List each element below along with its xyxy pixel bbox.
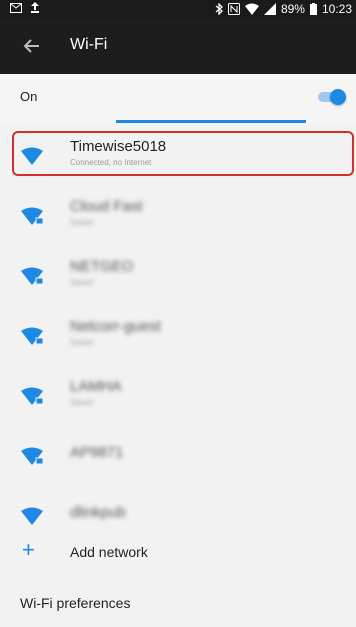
- app-bar: Wi-Fi: [0, 18, 356, 74]
- network-item[interactable]: Cloud Fast Saved: [0, 184, 356, 244]
- wifi-lock-icon: [21, 267, 44, 285]
- toggle-label: On: [20, 89, 38, 104]
- add-network-button[interactable]: + Add network: [0, 527, 356, 577]
- gmail-icon: [10, 2, 22, 13]
- nfc-icon: [227, 3, 240, 15]
- signal-icon: [263, 3, 276, 15]
- battery-percent: 89%: [280, 2, 305, 16]
- network-ssid: Netcorr-guest: [70, 318, 161, 335]
- add-network-label: Add network: [70, 544, 148, 560]
- wifi-toggle-switch[interactable]: [318, 89, 346, 105]
- wifi-signal-icon: [21, 507, 43, 525]
- arrow-back-icon[interactable]: [20, 34, 44, 58]
- wifi-preferences-item[interactable]: Wi-Fi preferences: [0, 581, 356, 625]
- network-item[interactable]: NETGEO Saved: [0, 244, 356, 304]
- wifi-icon: [244, 3, 259, 15]
- battery-icon: [309, 3, 317, 15]
- wifi-lock-icon: [21, 447, 44, 465]
- toggle-thumb: [330, 89, 346, 105]
- page-title: Wi-Fi: [70, 36, 108, 53]
- network-status: Saved: [70, 278, 93, 287]
- network-status: Saved: [70, 338, 93, 347]
- network-item[interactable]: Timewise5018 Connected, no Internet: [0, 124, 356, 184]
- upload-icon: [30, 2, 40, 13]
- network-status: Saved: [70, 218, 93, 227]
- network-item[interactable]: LAMHA Saved: [0, 364, 356, 424]
- plus-icon: +: [22, 537, 35, 562]
- network-item[interactable]: Netcorr-guest Saved: [0, 304, 356, 364]
- network-ssid: dlinkpub: [70, 504, 126, 521]
- wifi-toggle-row[interactable]: On: [0, 74, 356, 122]
- wifi-signal-icon: [21, 147, 43, 165]
- network-status: Connected, no Internet: [70, 158, 152, 167]
- wifi-lock-icon: [21, 327, 44, 345]
- network-item[interactable]: AP9871: [0, 424, 356, 484]
- wifi-preferences-label: Wi-Fi preferences: [20, 595, 131, 611]
- scan-progress-bar: [116, 120, 306, 123]
- bluetooth-icon: [215, 3, 223, 15]
- network-ssid: Cloud Fast: [70, 198, 143, 215]
- network-ssid: Timewise5018: [70, 138, 167, 155]
- status-bar: 89% 10:23: [0, 0, 356, 18]
- clock: 10:23: [321, 2, 352, 16]
- network-status: Saved: [70, 398, 93, 407]
- network-ssid: LAMHA: [70, 378, 122, 395]
- wifi-lock-icon: [21, 207, 44, 225]
- network-ssid: AP9871: [70, 444, 124, 461]
- wifi-lock-icon: [21, 387, 44, 405]
- network-ssid: NETGEO: [70, 258, 134, 275]
